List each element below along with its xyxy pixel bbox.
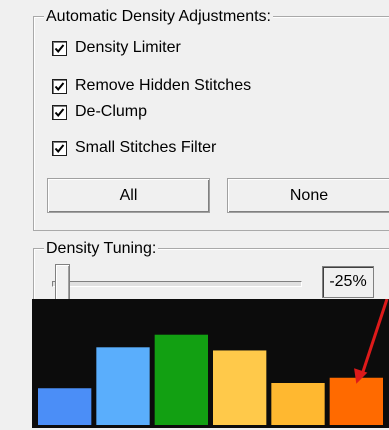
none-button[interactable]: None [227, 178, 389, 213]
checkbox-box[interactable] [52, 78, 67, 94]
tuning-group-title: Density Tuning: [44, 240, 159, 258]
density-tuning-value: -25% [322, 266, 374, 298]
density-tuning-slider-track[interactable] [52, 281, 302, 287]
remove-hidden-stitches-checkbox[interactable]: Remove Hidden Stitches [52, 76, 251, 96]
checkbox-box[interactable] [52, 40, 67, 56]
small-stitches-filter-label: Small Stitches Filter [75, 139, 217, 156]
checkmark-icon [54, 143, 65, 153]
density-bar-1 [38, 388, 92, 425]
all-button[interactable]: All [47, 178, 210, 213]
de-clump-checkbox[interactable]: De-Clump [52, 102, 147, 122]
density-limiter-checkbox[interactable]: Density Limiter [52, 38, 181, 58]
checkbox-box[interactable] [52, 104, 67, 120]
de-clump-label: De-Clump [75, 103, 148, 120]
small-stitches-filter-checkbox[interactable]: Small Stitches Filter [52, 138, 216, 158]
density-tuning-slider-thumb[interactable] [55, 264, 70, 302]
density-bar-5 [271, 383, 325, 425]
checkmark-icon [54, 107, 65, 117]
remove-hidden-stitches-label: Remove Hidden Stitches [75, 77, 252, 94]
density-bar-6 [329, 377, 383, 425]
checkmark-icon [54, 43, 65, 53]
density-chart-svg [32, 299, 389, 428]
density-limiter-label: Density Limiter [75, 39, 181, 56]
density-bar-4 [213, 350, 267, 425]
checkmark-icon [54, 81, 65, 91]
checkbox-box[interactable] [52, 140, 67, 156]
density-bar-2 [96, 347, 150, 425]
adjustments-group-title: Automatic Density Adjustments: [44, 8, 273, 26]
density-bar-3 [154, 334, 208, 425]
density-chart [32, 299, 389, 428]
density-panel: Automatic Density Adjustments: Density L… [0, 0, 389, 430]
